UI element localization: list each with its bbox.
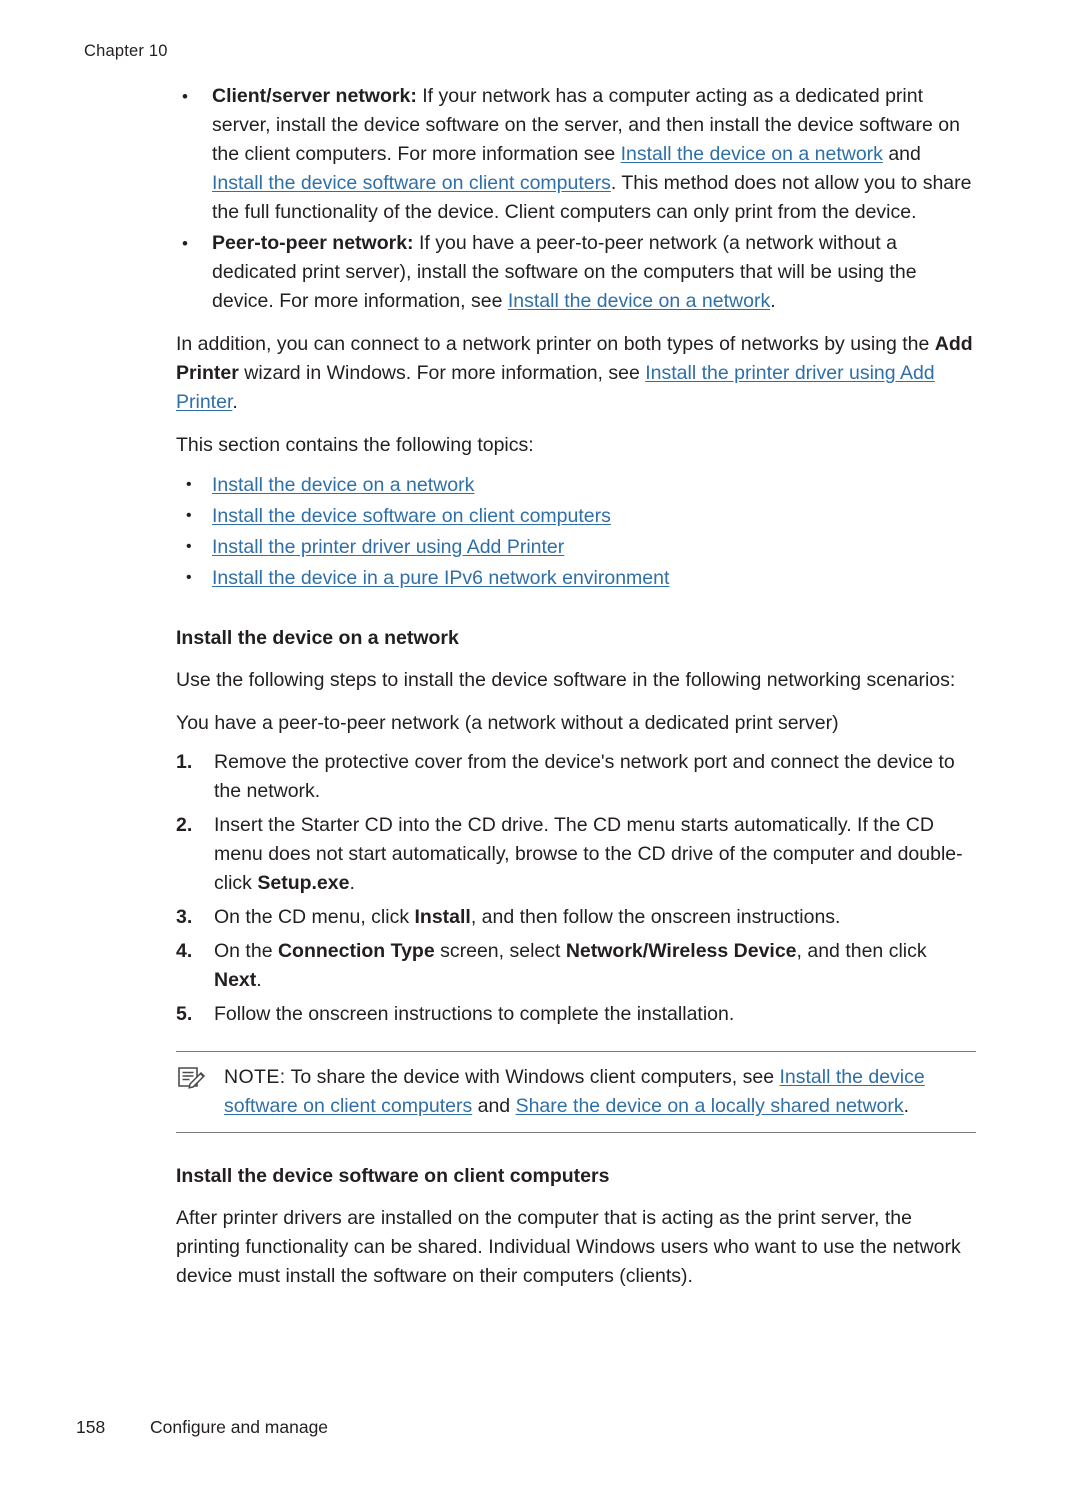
note-text: To share the device with Windows client … (224, 1066, 925, 1117)
note-icon (176, 1065, 206, 1091)
topic-link-list: Install the device on a network Install … (176, 470, 976, 593)
inline-text: screen, select (434, 940, 566, 962)
topic-link-install-driver-add-printer[interactable]: Install the printer driver using Add Pri… (212, 536, 564, 558)
inline-text: and (882, 143, 921, 165)
inline-text: . (256, 969, 262, 991)
list-item: Install the printer driver using Add Pri… (176, 532, 976, 562)
section-heading-install-software-clients: Install the device software on client co… (176, 1165, 610, 1187)
inline-text: . (903, 1095, 910, 1117)
inline-text: and (472, 1095, 516, 1117)
install-steps-list: Remove the protective cover from the dev… (176, 748, 976, 1029)
inline-bold: Setup.exe (257, 872, 350, 894)
bullet-peer-to-peer: Peer-to-peer network: If you have a peer… (176, 229, 976, 316)
topic-link-install-device-network[interactable]: Install the device on a network (212, 474, 474, 496)
network-type-bullet-list: Client/server network: If your network h… (176, 82, 976, 316)
step-item-1: Remove the protective cover from the dev… (176, 748, 976, 806)
paragraph-add-printer: In addition, you can connect to a networ… (176, 330, 976, 417)
section1-intro: Use the following steps to install the d… (176, 669, 956, 691)
inline-link[interactable]: Install the device on a network (621, 143, 883, 165)
topic-link-install-software-clients[interactable]: Install the device software on client co… (212, 505, 611, 527)
inline-text: Follow the onscreen instructions to comp… (214, 1003, 735, 1025)
page-content: Client/server network: If your network h… (176, 82, 976, 1305)
page-footer: 158 Configure and manage (76, 1417, 328, 1438)
inline-text: On the CD menu, click (214, 906, 415, 928)
section2-paragraph: After printer drivers are installed on t… (176, 1207, 961, 1287)
inline-link[interactable]: Share the device on a locally shared net… (516, 1095, 904, 1117)
list-item: Install the device on a network (176, 470, 976, 500)
footer-page-number: 158 (76, 1417, 106, 1437)
section-heading-install-device-network: Install the device on a network (176, 627, 459, 649)
topic-link-install-ipv6[interactable]: Install the device in a pure IPv6 networ… (212, 567, 669, 589)
list-item: Install the device software on client co… (176, 501, 976, 531)
note-box: NOTE: To share the device with Windows c… (176, 1051, 976, 1133)
inline-text: , and then follow the onscreen instructi… (470, 906, 841, 928)
document-page: Chapter 10 Client/server network: If you… (0, 0, 1080, 1495)
inline-link[interactable]: Install the device software on client co… (212, 172, 611, 194)
bullet-client-server: Client/server network: If your network h… (176, 82, 976, 227)
step-item-2: Insert the Starter CD into the CD drive.… (176, 811, 976, 898)
step-item-5: Follow the onscreen instructions to comp… (176, 1000, 976, 1029)
inline-bold: Connection Type (277, 940, 435, 962)
step-item-3: On the CD menu, click Install, and then … (176, 903, 976, 932)
footer-text: Configure and manage (150, 1417, 329, 1437)
inline-text: . (770, 290, 776, 312)
bullet-peer-to-peer-title: Peer-to-peer network: (212, 232, 414, 254)
inline-text: . (349, 872, 355, 894)
topics-intro: This section contains the following topi… (176, 434, 534, 456)
inline-link[interactable]: Install the device on a network (508, 290, 770, 312)
chapter-header: Chapter 10 (84, 42, 168, 60)
inline-text: To share the device with Windows client … (285, 1066, 780, 1088)
inline-text: Remove the protective cover from the dev… (214, 751, 955, 802)
inline-text: , and then click (796, 940, 927, 962)
step-item-4: On the Connection Type screen, select Ne… (176, 937, 976, 995)
inline-bold: Network/Wireless Device (565, 940, 797, 962)
note-label: NOTE: (224, 1066, 286, 1088)
inline-text: On the (214, 940, 278, 962)
section1-scenario: You have a peer-to-peer network (a netwo… (176, 712, 839, 734)
inline-text: In addition, you can connect to a networ… (176, 333, 935, 355)
bullet-client-server-title: Client/server network: (212, 85, 417, 107)
inline-text: wizard in Windows. For more information,… (238, 362, 646, 384)
note-content: NOTE: To share the device with Windows c… (176, 1063, 976, 1121)
list-item: Install the device in a pure IPv6 networ… (176, 563, 976, 593)
inline-bold: Next (214, 969, 257, 991)
inline-text: . (232, 391, 238, 413)
inline-bold: Install (414, 906, 471, 928)
